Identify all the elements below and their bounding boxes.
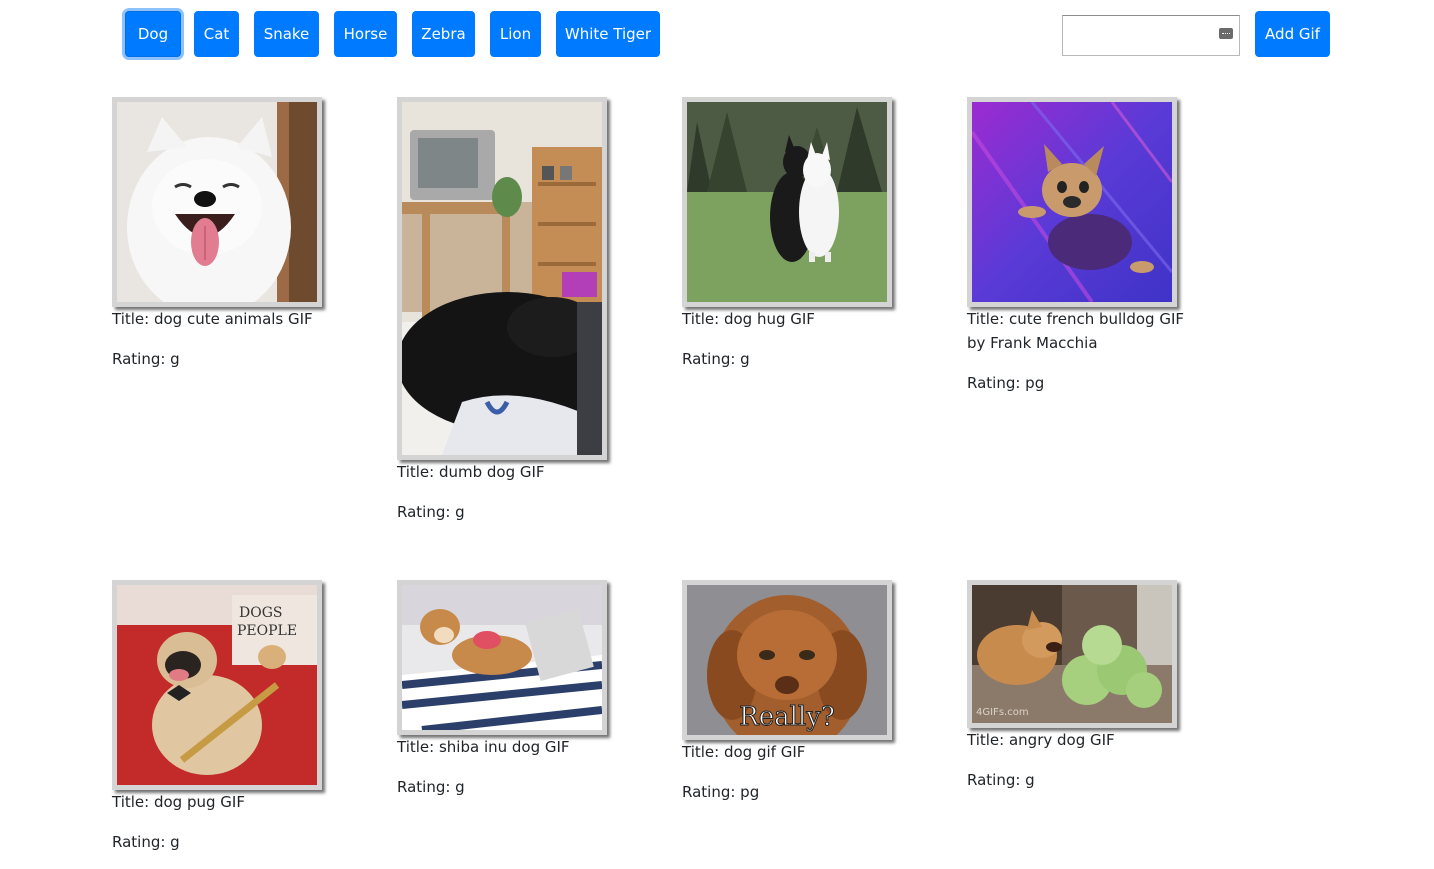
svg-text:DOGS: DOGS — [239, 605, 282, 621]
gif-card: Title: shiba inu dog GIF Rating: g — [397, 580, 627, 799]
topic-button-horse[interactable]: Horse — [334, 11, 397, 57]
new-topic-input[interactable] — [1062, 15, 1240, 56]
gif-card: 4GIFs.com Title: angry dog GIF Rating: g — [967, 580, 1197, 792]
gif-overlay-text: Really? — [739, 702, 835, 732]
gif-rating: Rating: g — [112, 833, 180, 851]
topic-button-zebra[interactable]: Zebra — [412, 11, 475, 57]
gif-card: Really? Title: dog gif GIF Rating: pg — [682, 580, 912, 804]
gif-title: Title: dog pug GIF — [112, 793, 245, 811]
gif-card: Title: dog cute animals GIF Rating: g — [112, 97, 342, 371]
gif-card: Title: dog hug GIF Rating: g — [682, 97, 912, 371]
gif-rating: Rating: g — [967, 771, 1035, 789]
gif-title: Title: cute french bulldog GIF by Frank … — [967, 310, 1185, 352]
gif-rating: Rating: pg — [682, 783, 760, 801]
gif-title: Title: angry dog GIF — [967, 731, 1115, 749]
topic-button-white-tiger[interactable]: White Tiger — [556, 11, 660, 57]
gif-image[interactable] — [397, 580, 607, 735]
gif-card: Title: dumb dog GIF Rating: g — [397, 97, 627, 524]
gif-title: Title: shiba inu dog GIF — [397, 738, 570, 756]
keyboard-icon — [1219, 28, 1233, 39]
gif-card: Title: cute french bulldog GIF by Frank … — [967, 97, 1197, 395]
gif-rating: Rating: g — [112, 350, 180, 368]
gif-rating: Rating: g — [397, 778, 465, 796]
gif-overlay-text: 4GIFs.com — [976, 707, 1029, 718]
svg-text:PEOPLE: PEOPLE — [237, 623, 297, 639]
gif-image[interactable] — [967, 97, 1177, 307]
gif-card: DOGS PEOPLE Title: dog pug GIF Rating: g — [112, 580, 342, 854]
gif-title: Title: dog gif GIF — [682, 743, 806, 761]
gif-title: Title: dog cute animals GIF — [112, 310, 313, 328]
gif-rating: Rating: g — [397, 503, 465, 521]
gif-title: Title: dumb dog GIF — [397, 463, 545, 481]
gif-title: Title: dog hug GIF — [682, 310, 815, 328]
topic-button-lion[interactable]: Lion — [490, 11, 541, 57]
gif-image[interactable] — [682, 97, 892, 307]
gif-rating: Rating: g — [682, 350, 750, 368]
gif-image[interactable] — [397, 97, 607, 460]
gif-rating: Rating: pg — [967, 374, 1045, 392]
gif-image[interactable]: 4GIFs.com — [967, 580, 1177, 728]
topic-button-snake[interactable]: Snake — [254, 11, 319, 57]
topic-button-dog[interactable]: Dog — [125, 11, 181, 57]
topic-button-cat[interactable]: Cat — [194, 11, 239, 57]
gif-image[interactable]: DOGS PEOPLE — [112, 580, 322, 790]
gif-image[interactable] — [112, 97, 322, 307]
add-gif-button[interactable]: Add Gif — [1255, 11, 1330, 57]
gif-image[interactable]: Really? — [682, 580, 892, 740]
